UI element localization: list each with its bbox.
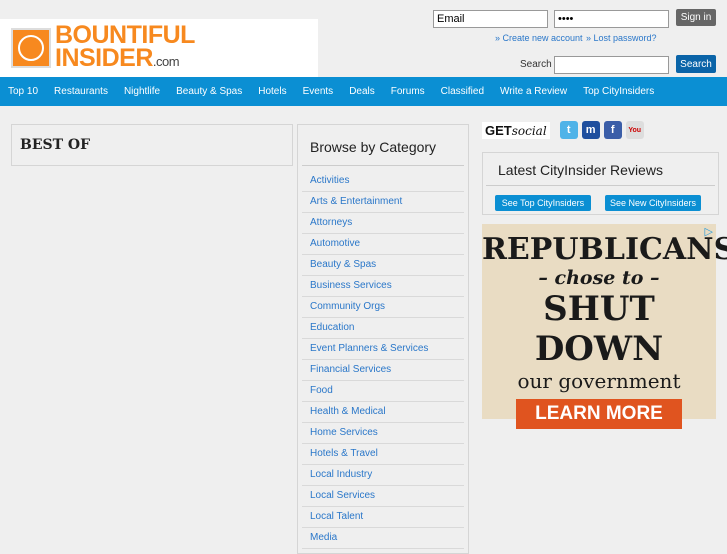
category-link[interactable]: Food xyxy=(302,381,464,402)
category-link[interactable]: Attorneys xyxy=(302,213,464,234)
facebook-icon[interactable]: f xyxy=(603,121,622,139)
category-link[interactable]: Local Industry xyxy=(302,465,464,486)
email-field[interactable] xyxy=(433,10,548,28)
myspace-icon[interactable]: m xyxy=(581,121,600,139)
nav-item-beauty-spas[interactable]: Beauty & Spas xyxy=(176,86,242,97)
category-link[interactable]: Home Services xyxy=(302,423,464,444)
search-button[interactable]: Search xyxy=(676,55,716,73)
category-link[interactable]: Community Orgs xyxy=(302,297,464,318)
ad-line3: SHUT DOWN xyxy=(534,289,664,369)
youtube-icon[interactable]: You xyxy=(625,121,644,139)
reviews-title: Latest CityInsider Reviews xyxy=(486,153,715,186)
ad-line2: – chose to – xyxy=(538,267,660,289)
nav-item-nightlife[interactable]: Nightlife xyxy=(124,86,160,97)
category-link[interactable]: Local Talent xyxy=(302,507,464,528)
ad-line1: REPUBLICANS xyxy=(482,232,727,267)
site-logo[interactable]: BOUNTIFUL INSIDER.com xyxy=(0,19,318,77)
lost-password-link[interactable]: » Lost password? xyxy=(586,33,657,43)
nav-item-forums[interactable]: Forums xyxy=(391,86,425,97)
nav-item-classified[interactable]: Classified xyxy=(441,86,484,97)
sign-in-button[interactable]: Sign in xyxy=(676,9,716,26)
category-link[interactable]: Local Services xyxy=(302,486,464,507)
category-link[interactable]: Automotive xyxy=(302,234,464,255)
category-link[interactable]: Activities xyxy=(302,171,464,192)
category-link[interactable]: Hotels & Travel xyxy=(302,444,464,465)
nav-item-deals[interactable]: Deals xyxy=(349,86,375,97)
search-label: Search xyxy=(520,59,552,70)
latest-reviews-panel: Latest CityInsider Reviews See Top CityI… xyxy=(482,152,719,215)
main-nav: Top 10 Restaurants Nightlife Beauty & Spas H… xyxy=(0,77,727,106)
browse-category-panel: Browse by Category Activities Arts & Ente… xyxy=(297,124,469,554)
best-of-title: BEST OF xyxy=(20,137,91,153)
nav-item-top-10[interactable]: Top 10 xyxy=(8,86,38,97)
ad-line4: our government xyxy=(517,369,681,393)
advertisement[interactable]: ▷ REPUBLICANS – chose to – SHUT DOWN our… xyxy=(482,224,727,429)
category-link[interactable]: Media xyxy=(302,528,464,549)
see-top-cityinsiders-button[interactable]: See Top CityInsiders xyxy=(495,195,591,211)
nav-item-hotels[interactable]: Hotels xyxy=(258,86,286,97)
social-bar: GETsocial t m f You xyxy=(482,121,644,139)
password-field[interactable] xyxy=(554,10,669,28)
browse-title: Browse by Category xyxy=(302,125,464,166)
adchoices-icon[interactable]: ▷ xyxy=(705,225,713,238)
get-social-logo: GETsocial xyxy=(482,121,550,139)
create-account-link[interactable]: » Create new account xyxy=(495,33,583,43)
see-new-cityinsiders-button[interactable]: See New CityInsiders xyxy=(605,195,701,211)
ad-learn-more-button[interactable]: LEARN MORE xyxy=(516,399,682,429)
logo-emblem-icon xyxy=(11,28,51,68)
category-link[interactable]: Event Planners & Services xyxy=(302,339,464,360)
category-link[interactable]: Business Services xyxy=(302,276,464,297)
nav-item-restaurants[interactable]: Restaurants xyxy=(54,86,108,97)
nav-item-write-a-review[interactable]: Write a Review xyxy=(500,86,567,97)
category-link[interactable]: Arts & Entertainment xyxy=(302,192,464,213)
twitter-icon[interactable]: t xyxy=(559,121,578,139)
category-link[interactable]: Beauty & Spas xyxy=(302,255,464,276)
logo-line2: INSIDER xyxy=(55,44,153,72)
category-link[interactable]: Health & Medical xyxy=(302,402,464,423)
search-input[interactable] xyxy=(554,56,669,74)
best-of-panel: BEST OF xyxy=(11,124,293,166)
category-link[interactable]: Education xyxy=(302,318,464,339)
nav-item-events[interactable]: Events xyxy=(303,86,334,97)
nav-item-top-cityinsiders[interactable]: Top CityInsiders xyxy=(583,86,654,97)
category-link[interactable]: Financial Services xyxy=(302,360,464,381)
logo-domain: .com xyxy=(152,54,180,69)
